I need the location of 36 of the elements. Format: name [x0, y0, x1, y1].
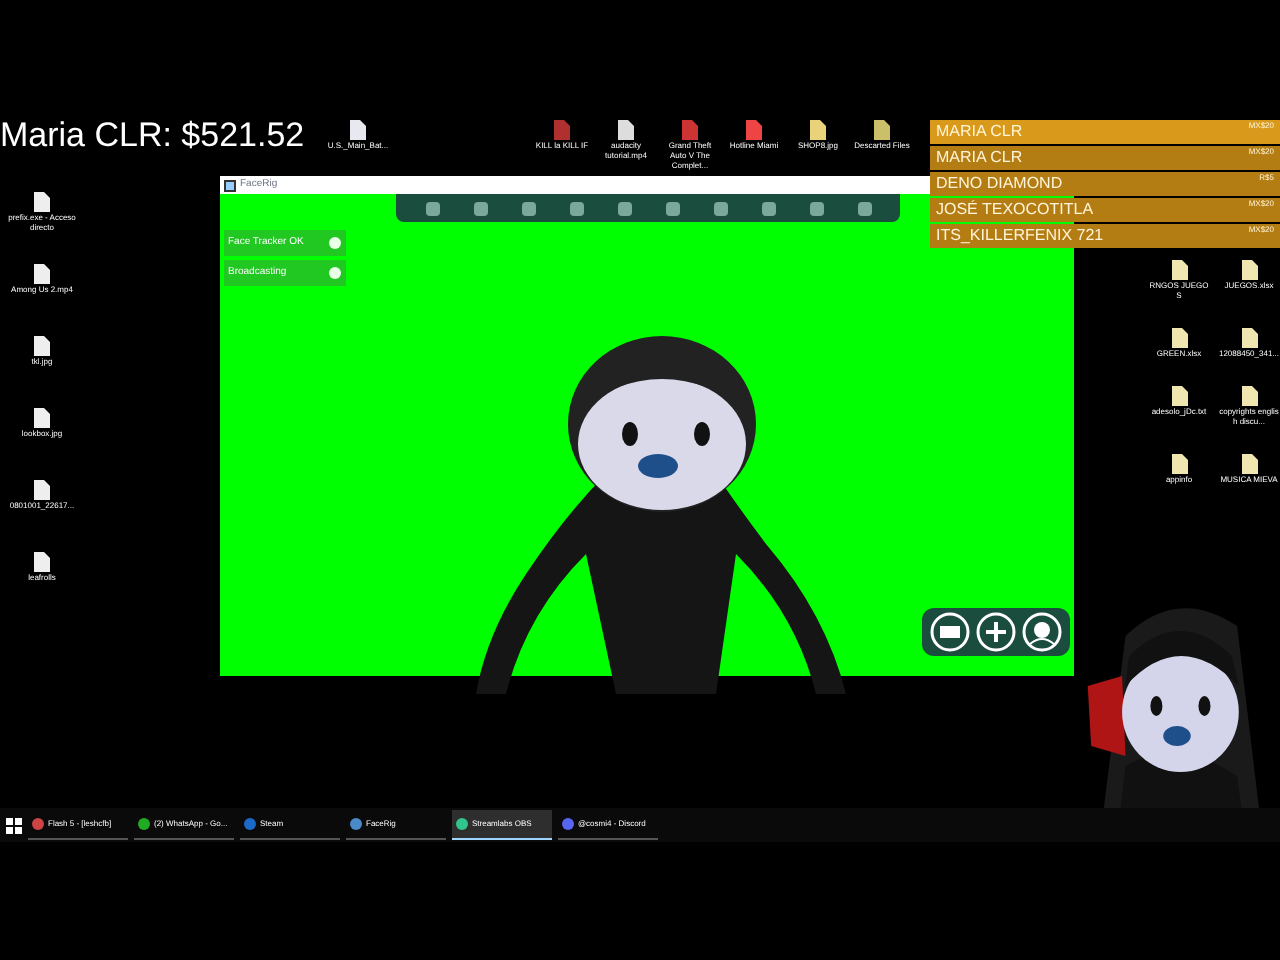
file-icon[interactable]: [810, 120, 826, 140]
file-icon[interactable]: [34, 408, 50, 428]
face-icon[interactable]: [1022, 612, 1062, 652]
file-icon[interactable]: [34, 192, 50, 212]
app-icon: [138, 818, 150, 830]
file-icon[interactable]: [1171, 260, 1187, 280]
app-icon: [224, 179, 236, 191]
donor-name: DENO DIAMOND: [936, 172, 1063, 196]
file-icon[interactable]: [34, 480, 50, 500]
file-icon[interactable]: [1171, 328, 1187, 348]
file-icon[interactable]: [1241, 328, 1257, 348]
app-icon: [32, 818, 44, 830]
app-icon: [456, 818, 468, 830]
status-icon: [328, 266, 342, 280]
donation-balance-text: Maria CLR: $521.52: [0, 118, 305, 152]
app-icon: [244, 818, 256, 830]
file-icon[interactable]: [1241, 260, 1257, 280]
donor-name: MARIA CLR: [936, 120, 1023, 144]
file-icon[interactable]: [1171, 386, 1187, 406]
file-icon[interactable]: [874, 120, 890, 140]
add-icon[interactable]: [976, 612, 1016, 652]
donor-name: JOSÉ TEXOCOTITLA: [936, 198, 1094, 222]
file-icon[interactable]: [1171, 454, 1187, 474]
file-icon[interactable]: [34, 264, 50, 284]
file-icon[interactable]: [1241, 454, 1257, 474]
donor-name: MARIA CLR: [936, 146, 1023, 170]
windows-start-icon[interactable]: [6, 817, 22, 833]
file-icon[interactable]: [1241, 386, 1257, 406]
status-icon: [328, 236, 342, 250]
file-icon[interactable]: [618, 120, 634, 140]
file-icon[interactable]: [34, 552, 50, 572]
file-icon[interactable]: [350, 120, 366, 140]
app-icon: [350, 818, 362, 830]
app-icon: [562, 818, 574, 830]
donor-name: ITS_KILLERFENIX 721: [936, 224, 1104, 248]
file-icon[interactable]: [34, 336, 50, 356]
